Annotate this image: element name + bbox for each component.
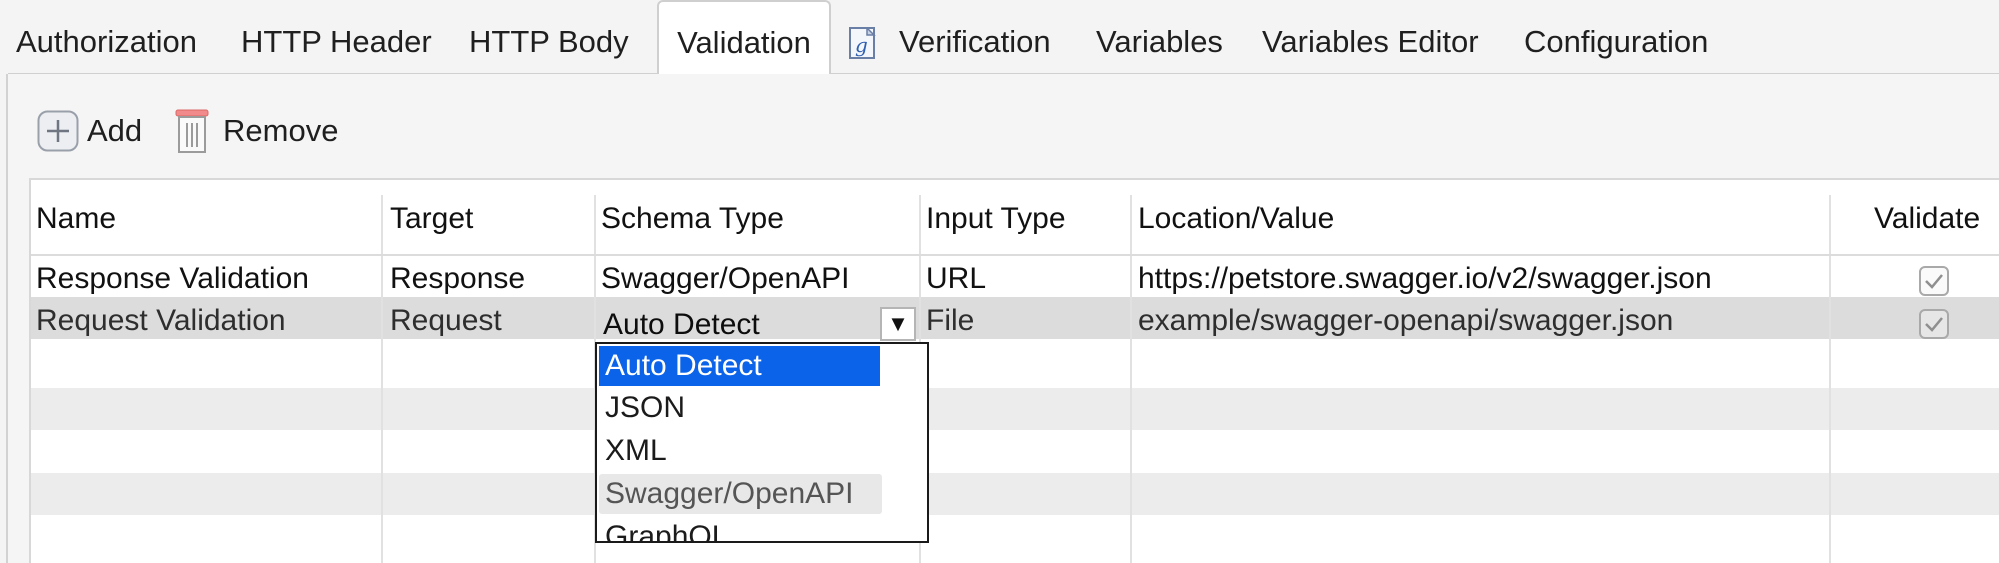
tab-validation[interactable]: Validation [657, 0, 831, 75]
remove-label: Remove [223, 113, 339, 148]
checkmark-icon [1925, 274, 1943, 289]
plus-icon [37, 110, 79, 152]
tab-variables[interactable]: Variables [1096, 18, 1223, 66]
column-header-input-type[interactable]: Input Type [926, 196, 1066, 242]
empty-row-stripe [31, 388, 1999, 430]
trash-icon [175, 108, 209, 154]
cell-input-type[interactable]: File [926, 300, 974, 342]
column-header-target[interactable]: Target [390, 196, 473, 242]
cell-input-type[interactable]: URL [926, 258, 986, 300]
table-row-selected-bg [31, 297, 1999, 339]
tab-authorization[interactable]: Authorization [16, 18, 197, 66]
dropdown-option-graphql[interactable]: GraphQL [605, 517, 728, 541]
column-header-schema-type[interactable]: Schema Type [601, 196, 784, 242]
tab-configuration[interactable]: Configuration [1524, 18, 1708, 66]
dropdown-option-swagger-openapi[interactable]: Swagger/OpenAPI [599, 474, 882, 514]
column-separator [1829, 195, 1831, 563]
schema-type-dropdown-list: Auto Detect JSON XML Swagger/OpenAPI Gra… [595, 342, 929, 543]
column-separator [381, 195, 383, 563]
cell-name[interactable]: Request Validation [36, 300, 286, 342]
dropdown-option-xml[interactable]: XML [605, 431, 667, 471]
tab-verification[interactable]: Verification [899, 18, 1051, 66]
dropdown-option-json[interactable]: JSON [605, 388, 685, 428]
column-header-name[interactable]: Name [36, 196, 116, 242]
column-header-validate[interactable]: Validate [1874, 196, 1980, 242]
header-separator [31, 254, 1999, 256]
dropdown-option-auto-detect[interactable]: Auto Detect [599, 346, 880, 386]
cell-location-value[interactable]: example/swagger-openapi/swagger.json [1138, 300, 1673, 342]
groovy-script-icon: g [849, 26, 877, 59]
svg-text:g: g [855, 33, 868, 57]
tab-http-header[interactable]: HTTP Header [241, 18, 432, 66]
add-button[interactable]: Add [37, 104, 142, 158]
empty-row-stripe [31, 473, 1999, 515]
cell-schema-type[interactable]: Swagger/OpenAPI [601, 258, 849, 300]
validate-checkbox[interactable] [1919, 266, 1949, 296]
schema-type-combo-value[interactable]: Auto Detect [603, 303, 760, 345]
cell-name[interactable]: Response Validation [36, 258, 309, 300]
tab-validation-label: Validation [677, 25, 811, 60]
add-label: Add [87, 113, 143, 148]
chevron-down-icon[interactable]: ▼ [880, 307, 916, 341]
cell-target[interactable]: Request [390, 300, 502, 342]
cell-location-value[interactable]: https://petstore.swagger.io/v2/swagger.j… [1138, 258, 1712, 300]
column-separator [1130, 195, 1132, 563]
checkmark-icon [1925, 317, 1943, 332]
cell-target[interactable]: Response [390, 258, 525, 300]
tab-http-body[interactable]: HTTP Body [469, 18, 629, 66]
remove-button[interactable]: Remove [175, 104, 338, 158]
validate-checkbox[interactable] [1919, 309, 1949, 339]
tab-variables-editor[interactable]: Variables Editor [1262, 18, 1479, 66]
column-header-location-value[interactable]: Location/Value [1138, 196, 1334, 242]
